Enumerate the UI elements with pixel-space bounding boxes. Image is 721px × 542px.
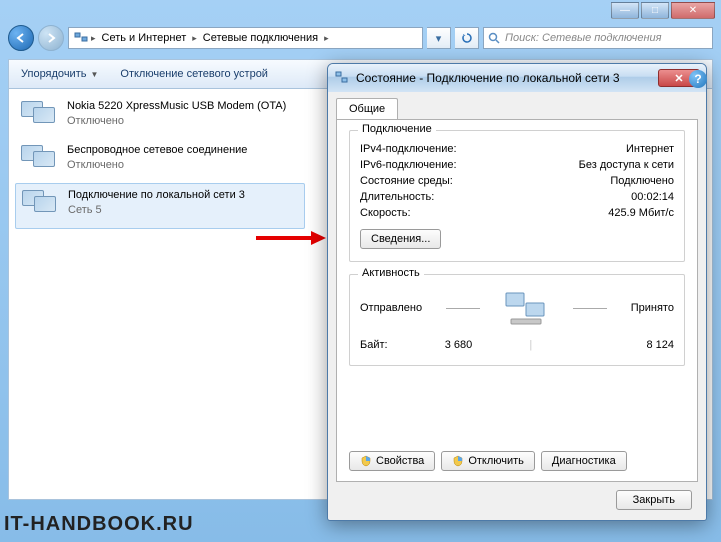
search-icon bbox=[488, 32, 501, 45]
organize-button[interactable]: Упорядочить ▼ bbox=[15, 66, 104, 82]
connection-item-selected[interactable]: Подключение по локальной сети 3 Сеть 5 bbox=[15, 183, 305, 229]
connection-network: Сеть 5 bbox=[68, 203, 245, 218]
window-titlebar: — □ ✕ bbox=[0, 0, 721, 23]
speed-value: 425.9 Мбит/с bbox=[608, 207, 674, 219]
connection-status-icon bbox=[334, 70, 350, 86]
shield-icon bbox=[360, 455, 372, 467]
received-label: Принято bbox=[631, 302, 674, 314]
nav-back-button[interactable] bbox=[8, 25, 34, 51]
connection-name: Подключение по локальной сети 3 bbox=[68, 188, 245, 203]
refresh-button[interactable] bbox=[455, 27, 479, 49]
duration-label: Длительность: bbox=[360, 191, 434, 203]
close-button[interactable]: Закрыть bbox=[616, 490, 692, 510]
diagnose-button[interactable]: Диагностика bbox=[541, 451, 627, 471]
connection-item[interactable]: Nokia 5220 XpressMusic USB Modem (OTA) О… bbox=[15, 95, 305, 139]
duration-value: 00:02:14 bbox=[631, 191, 674, 203]
chevron-right-icon: ▸ bbox=[324, 33, 329, 44]
details-button[interactable]: Сведения... bbox=[360, 229, 441, 249]
media-label: Состояние среды: bbox=[360, 175, 453, 187]
separator bbox=[446, 308, 480, 309]
connection-name: Беспроводное сетевое соединение bbox=[67, 143, 247, 158]
properties-button[interactable]: Свойства bbox=[349, 451, 435, 471]
tab-strip: Общие bbox=[328, 92, 706, 119]
refresh-icon bbox=[461, 32, 473, 44]
bytes-sent-value: 3 680 bbox=[388, 339, 530, 351]
watermark-text: IT-HANDBOOK.RU bbox=[4, 513, 194, 536]
breadcrumb-seg-network[interactable]: Сеть и Интернет bbox=[98, 32, 191, 44]
media-value: Подключено bbox=[610, 175, 674, 187]
search-placeholder: Поиск: Сетевые подключения bbox=[505, 32, 662, 44]
window-close-button[interactable]: ✕ bbox=[671, 2, 715, 19]
help-button[interactable]: ? bbox=[689, 70, 707, 88]
group-label: Подключение bbox=[358, 123, 436, 135]
minimize-button[interactable]: — bbox=[611, 2, 639, 19]
maximize-button[interactable]: □ bbox=[641, 2, 669, 19]
activity-group: Активность Отправлено Принято Байт: 3 68… bbox=[349, 274, 685, 366]
connection-name: Nokia 5220 XpressMusic USB Modem (OTA) bbox=[67, 99, 286, 114]
nav-forward-button[interactable] bbox=[38, 25, 64, 51]
dialog-titlebar: Состояние - Подключение по локальной сет… bbox=[328, 64, 706, 92]
connection-item[interactable]: Беспроводное сетевое соединение Отключен… bbox=[15, 139, 305, 183]
bytes-label: Байт: bbox=[360, 339, 388, 351]
chevron-down-icon: ▼ bbox=[90, 70, 98, 79]
bytes-received-value: 8 124 bbox=[532, 339, 674, 351]
disable-button[interactable]: Отключить bbox=[441, 451, 535, 471]
annotation-arrow-icon bbox=[256, 231, 326, 245]
wireless-adapter-icon bbox=[19, 143, 59, 179]
chevron-right-icon: ▸ bbox=[91, 33, 96, 44]
shield-icon bbox=[452, 455, 464, 467]
ipv6-label: IPv6-подключение: bbox=[360, 159, 457, 171]
network-center-icon bbox=[73, 30, 89, 46]
ipv4-value: Интернет bbox=[626, 143, 674, 155]
breadcrumb-seg-connections[interactable]: Сетевые подключения bbox=[199, 32, 322, 44]
chevron-right-icon: ▸ bbox=[192, 33, 197, 44]
separator bbox=[573, 308, 607, 309]
connection-status: Отключено bbox=[67, 114, 286, 129]
network-adapter-icon bbox=[19, 99, 59, 135]
status-dialog: Состояние - Подключение по локальной сет… bbox=[327, 63, 707, 521]
ipv6-value: Без доступа к сети bbox=[579, 159, 674, 171]
sent-label: Отправлено bbox=[360, 302, 422, 314]
disable-device-button[interactable]: Отключение сетевого устрой bbox=[114, 66, 274, 82]
connection-status: Отключено bbox=[67, 158, 247, 173]
activity-computers-icon bbox=[503, 289, 549, 327]
breadcrumb-path[interactable]: ▸ Сеть и Интернет ▸ Сетевые подключения … bbox=[68, 27, 423, 49]
arrow-left-icon bbox=[15, 32, 27, 44]
tab-general[interactable]: Общие bbox=[336, 98, 398, 119]
ipv4-label: IPv4-подключение: bbox=[360, 143, 457, 155]
connection-group: Подключение IPv4-подключение:Интернет IP… bbox=[349, 130, 685, 262]
dropdown-button[interactable]: ▾ bbox=[427, 27, 451, 49]
address-bar: ▸ Сеть и Интернет ▸ Сетевые подключения … bbox=[8, 23, 713, 53]
dialog-title: Состояние - Подключение по локальной сет… bbox=[356, 71, 620, 85]
speed-label: Скорость: bbox=[360, 207, 411, 219]
group-label: Активность bbox=[358, 267, 424, 279]
arrow-right-icon bbox=[45, 32, 57, 44]
search-input[interactable]: Поиск: Сетевые подключения bbox=[483, 27, 713, 49]
tab-panel-general: Подключение IPv4-подключение: Интернет IP… bbox=[336, 119, 698, 482]
lan-adapter-icon bbox=[20, 188, 60, 224]
